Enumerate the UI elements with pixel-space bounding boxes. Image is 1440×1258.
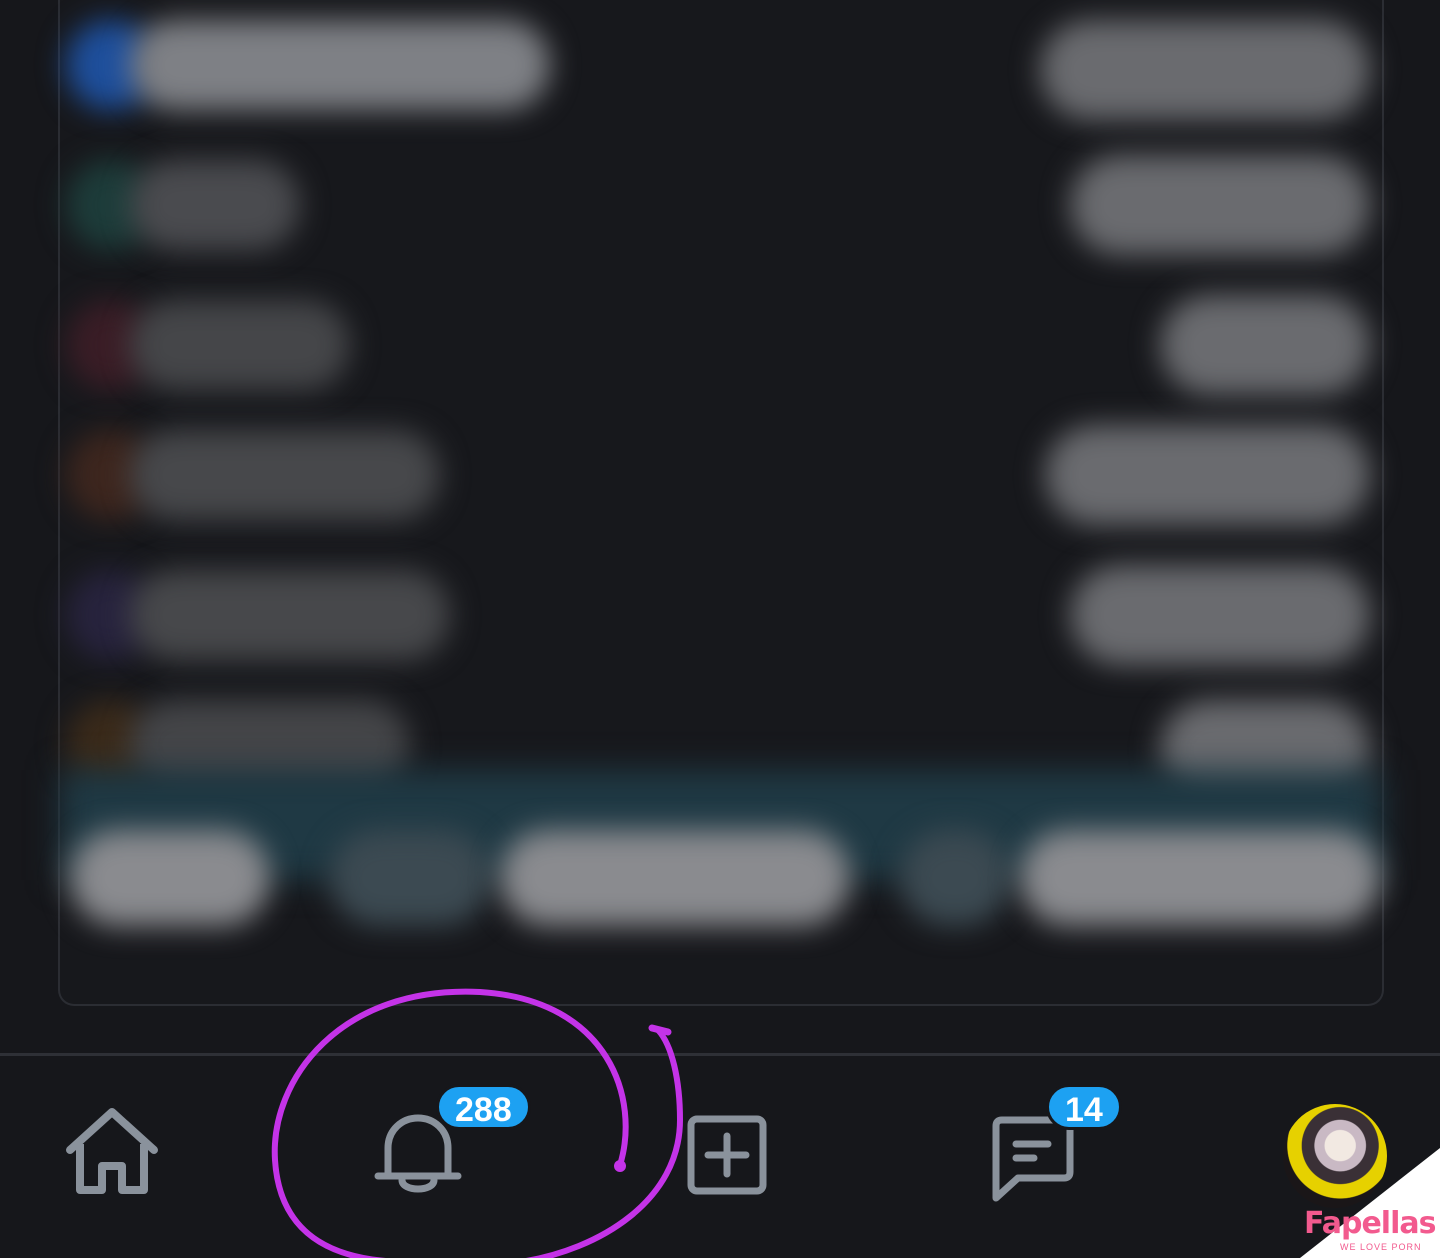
- blurred-list-item[interactable]: [60, 550, 1382, 680]
- nav-create-button[interactable]: [660, 1056, 800, 1258]
- blurred-list-item[interactable]: [60, 0, 1382, 130]
- watermark-logo: Fapellas WE LOVE PORN: [1300, 1148, 1440, 1258]
- blurred-button[interactable]: [500, 830, 850, 926]
- blurred-button[interactable]: [70, 830, 270, 926]
- blurred-list-item[interactable]: [60, 280, 1382, 410]
- notifications-badge: 288: [436, 1084, 531, 1130]
- blurred-list-item[interactable]: [60, 410, 1382, 540]
- blurred-button[interactable]: [1020, 830, 1380, 926]
- blurred-button[interactable]: [330, 830, 490, 926]
- nav-home-button[interactable]: [40, 1056, 190, 1258]
- nav-notifications-button[interactable]: 288: [340, 1056, 560, 1258]
- blurred-list-item[interactable]: [60, 140, 1382, 270]
- messages-badge: 14: [1046, 1084, 1122, 1130]
- home-icon: [66, 1108, 158, 1194]
- plus-square-icon: [687, 1115, 767, 1195]
- blurred-button[interactable]: [900, 830, 1010, 926]
- nav-messages-button[interactable]: 14: [970, 1056, 1140, 1258]
- watermark-tagline: WE LOVE PORN: [1340, 1242, 1422, 1252]
- watermark-name: Fapellas: [1304, 1206, 1436, 1241]
- app-screen: 288 14 Fapellas WE LOVE PORN: [0, 0, 1440, 1258]
- bottom-nav-bar: 288 14: [0, 1056, 1440, 1258]
- blurred-feed-card: [58, 0, 1384, 1006]
